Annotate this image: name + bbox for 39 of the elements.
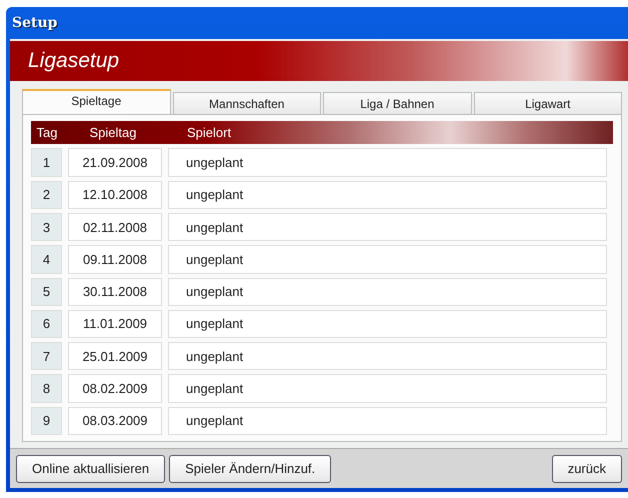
table-cell: 12.10.2008 bbox=[68, 180, 162, 209]
table-cell: ungeplant bbox=[168, 148, 607, 177]
table-cell: 25.01.2009 bbox=[68, 342, 162, 370]
table-cell: ungeplant bbox=[168, 342, 607, 370]
table-cell: ungeplant bbox=[168, 278, 607, 306]
table-cell: 4 bbox=[31, 245, 62, 274]
table-cell: 02.11.2008 bbox=[68, 212, 162, 242]
table-cell: ungeplant bbox=[168, 245, 607, 274]
column-header: Tag bbox=[36, 125, 58, 140]
tab[interactable]: Liga / Bahnen bbox=[323, 92, 472, 114]
table-cell: ungeplant bbox=[168, 406, 607, 435]
table-cell: 9 bbox=[31, 406, 62, 435]
table-cell: 2 bbox=[31, 180, 62, 209]
table-cell: 1 bbox=[31, 148, 62, 177]
table-cell: 8 bbox=[31, 374, 62, 403]
table-cell: 6 bbox=[31, 310, 62, 338]
window-title: Setup bbox=[12, 15, 58, 31]
back-button[interactable]: zurück bbox=[552, 454, 622, 482]
table-cell: ungeplant bbox=[168, 212, 607, 242]
header-title: Ligasetup bbox=[28, 49, 120, 73]
table-cell: 08.03.2009 bbox=[68, 406, 162, 435]
action-button[interactable]: Spieler Ändern/Hinzuf. bbox=[169, 454, 332, 482]
action-button[interactable]: Online aktuallisieren bbox=[16, 454, 166, 482]
table-cell: 09.11.2008 bbox=[68, 245, 162, 274]
tab[interactable]: Spieltage bbox=[22, 89, 170, 114]
tab[interactable]: Mannschaften bbox=[172, 92, 321, 114]
table-cell: 3 bbox=[31, 212, 62, 242]
table-cell: 21.09.2008 bbox=[68, 148, 162, 177]
table-cell: 11.01.2009 bbox=[68, 310, 162, 338]
column-header: Spieltag bbox=[88, 125, 138, 140]
table-cell: ungeplant bbox=[168, 310, 607, 338]
table-cell: 7 bbox=[31, 342, 62, 370]
table-cell: 08.02.2009 bbox=[68, 374, 162, 403]
table-cell: 5 bbox=[31, 278, 62, 306]
tab[interactable]: Ligawart bbox=[474, 92, 622, 114]
table-cell: ungeplant bbox=[168, 180, 607, 209]
table-cell: 30.11.2008 bbox=[68, 278, 162, 306]
column-header: Spielort bbox=[186, 125, 232, 140]
table-cell: ungeplant bbox=[168, 374, 607, 403]
